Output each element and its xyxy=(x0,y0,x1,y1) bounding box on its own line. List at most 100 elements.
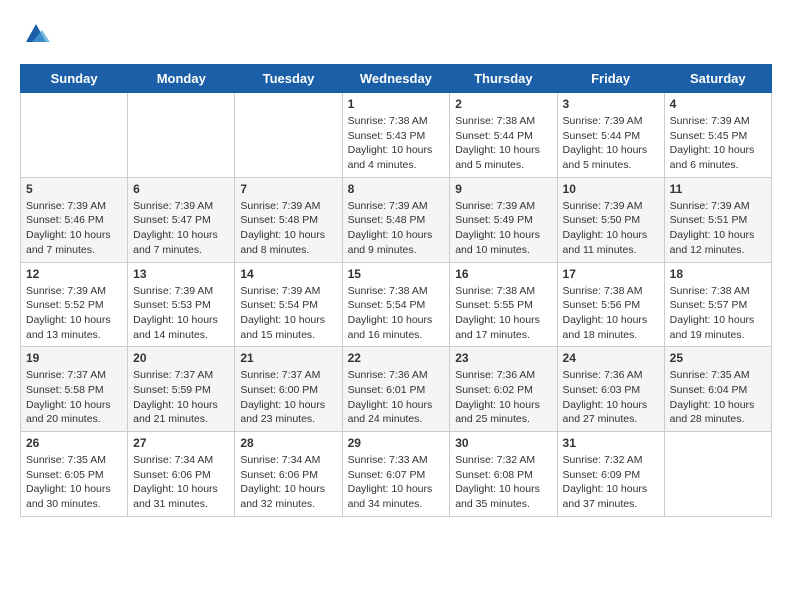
day-details: Sunrise: 7:38 AMSunset: 5:43 PMDaylight:… xyxy=(348,114,445,173)
day-details: Sunrise: 7:32 AMSunset: 6:09 PMDaylight:… xyxy=(563,453,659,512)
calendar-cell: 13 Sunrise: 7:39 AMSunset: 5:53 PMDayligh… xyxy=(128,262,235,347)
calendar-cell: 29Sunrise: 7:33 AMSunset: 6:07 PMDayligh… xyxy=(342,432,450,517)
page-header xyxy=(20,20,772,48)
column-header-friday: Friday xyxy=(557,65,664,93)
day-number: 5 xyxy=(26,182,122,196)
calendar-cell: 11 Sunrise: 7:39 AMSunset: 5:51 PMDayligh… xyxy=(664,177,771,262)
day-number: 15 xyxy=(348,267,445,281)
day-details: Sunrise: 7:35 AMSunset: 6:04 PMDaylight:… xyxy=(670,368,766,427)
day-number: 23 xyxy=(455,351,551,365)
calendar-cell xyxy=(21,93,128,178)
day-number: 11 xyxy=(670,182,766,196)
day-number: 2 xyxy=(455,97,551,111)
column-header-thursday: Thursday xyxy=(450,65,557,93)
day-number: 3 xyxy=(563,97,659,111)
day-details: Sunrise: 7:39 AMSunset: 5:50 PMDaylight:… xyxy=(563,199,659,258)
calendar-week-row: 1 Sunrise: 7:38 AMSunset: 5:43 PMDaylight… xyxy=(21,93,772,178)
day-number: 25 xyxy=(670,351,766,365)
calendar-week-row: 12Sunrise: 7:39 AMSunset: 5:52 PMDayligh… xyxy=(21,262,772,347)
day-number: 28 xyxy=(240,436,336,450)
day-number: 31 xyxy=(563,436,659,450)
day-number: 18 xyxy=(670,267,766,281)
day-number: 16 xyxy=(455,267,551,281)
day-details: Sunrise: 7:39 AMSunset: 5:51 PMDaylight:… xyxy=(670,199,766,258)
day-number: 7 xyxy=(240,182,336,196)
calendar-cell: 25 Sunrise: 7:35 AMSunset: 6:04 PMDayligh… xyxy=(664,347,771,432)
day-details: Sunrise: 7:37 AMSunset: 5:58 PMDaylight:… xyxy=(26,368,122,427)
calendar-cell: 2 Sunrise: 7:38 AMSunset: 5:44 PMDaylight… xyxy=(450,93,557,178)
calendar-cell: 18 Sunrise: 7:38 AMSunset: 5:57 PMDayligh… xyxy=(664,262,771,347)
day-number: 14 xyxy=(240,267,336,281)
calendar-cell: 3 Sunrise: 7:39 AMSunset: 5:44 PMDaylight… xyxy=(557,93,664,178)
calendar-cell: 1 Sunrise: 7:38 AMSunset: 5:43 PMDaylight… xyxy=(342,93,450,178)
calendar-cell: 20 Sunrise: 7:37 AMSunset: 5:59 PMDayligh… xyxy=(128,347,235,432)
column-header-saturday: Saturday xyxy=(664,65,771,93)
day-number: 12 xyxy=(26,267,122,281)
calendar-cell: 10 Sunrise: 7:39 AMSunset: 5:50 PMDayligh… xyxy=(557,177,664,262)
calendar-cell: 4 Sunrise: 7:39 AMSunset: 5:45 PMDaylight… xyxy=(664,93,771,178)
day-number: 30 xyxy=(455,436,551,450)
day-number: 13 xyxy=(133,267,229,281)
day-number: 9 xyxy=(455,182,551,196)
day-number: 21 xyxy=(240,351,336,365)
calendar-cell: 24 Sunrise: 7:36 AMSunset: 6:03 PMDayligh… xyxy=(557,347,664,432)
calendar-cell: 31 Sunrise: 7:32 AMSunset: 6:09 PMDayligh… xyxy=(557,432,664,517)
day-details: Sunrise: 7:39 AMSunset: 5:45 PMDaylight:… xyxy=(670,114,766,173)
day-details: Sunrise: 7:32 AMSunset: 6:08 PMDaylight:… xyxy=(455,453,551,512)
day-details: Sunrise: 7:39 AMSunset: 5:46 PMDaylight:… xyxy=(26,199,122,258)
calendar-cell xyxy=(128,93,235,178)
calendar-cell: 30 Sunrise: 7:32 AMSunset: 6:08 PMDayligh… xyxy=(450,432,557,517)
day-details: Sunrise: 7:34 AMSunset: 6:06 PMDaylight:… xyxy=(240,453,336,512)
calendar-cell xyxy=(664,432,771,517)
day-details: Sunrise: 7:39 AMSunset: 5:48 PMDaylight:… xyxy=(348,199,445,258)
calendar-week-row: 19 Sunrise: 7:37 AMSunset: 5:58 PMDayligh… xyxy=(21,347,772,432)
calendar-week-row: 5 Sunrise: 7:39 AMSunset: 5:46 PMDaylight… xyxy=(21,177,772,262)
calendar-cell: 26Sunrise: 7:35 AMSunset: 6:05 PMDayligh… xyxy=(21,432,128,517)
day-number: 26 xyxy=(26,436,122,450)
day-details: Sunrise: 7:39 AMSunset: 5:44 PMDaylight:… xyxy=(563,114,659,173)
day-details: Sunrise: 7:38 AMSunset: 5:57 PMDaylight:… xyxy=(670,284,766,343)
day-details: Sunrise: 7:39 AMSunset: 5:53 PMDaylight:… xyxy=(133,284,229,343)
day-details: Sunrise: 7:34 AMSunset: 6:06 PMDaylight:… xyxy=(133,453,229,512)
calendar-week-row: 26Sunrise: 7:35 AMSunset: 6:05 PMDayligh… xyxy=(21,432,772,517)
calendar-cell: 12Sunrise: 7:39 AMSunset: 5:52 PMDayligh… xyxy=(21,262,128,347)
day-number: 19 xyxy=(26,351,122,365)
day-details: Sunrise: 7:38 AMSunset: 5:56 PMDaylight:… xyxy=(563,284,659,343)
calendar-cell: 27 Sunrise: 7:34 AMSunset: 6:06 PMDayligh… xyxy=(128,432,235,517)
day-number: 22 xyxy=(348,351,445,365)
calendar-cell: 17 Sunrise: 7:38 AMSunset: 5:56 PMDayligh… xyxy=(557,262,664,347)
day-details: Sunrise: 7:36 AMSunset: 6:03 PMDaylight:… xyxy=(563,368,659,427)
calendar-header-row: SundayMondayTuesdayWednesdayThursdayFrid… xyxy=(21,65,772,93)
calendar-cell: 19 Sunrise: 7:37 AMSunset: 5:58 PMDayligh… xyxy=(21,347,128,432)
day-number: 24 xyxy=(563,351,659,365)
day-number: 4 xyxy=(670,97,766,111)
calendar-table: SundayMondayTuesdayWednesdayThursdayFrid… xyxy=(20,64,772,517)
logo xyxy=(20,20,50,48)
day-details: Sunrise: 7:38 AMSunset: 5:44 PMDaylight:… xyxy=(455,114,551,173)
day-details: Sunrise: 7:37 AMSunset: 6:00 PMDaylight:… xyxy=(240,368,336,427)
day-number: 17 xyxy=(563,267,659,281)
logo-icon xyxy=(22,20,50,48)
column-header-monday: Monday xyxy=(128,65,235,93)
day-number: 10 xyxy=(563,182,659,196)
calendar-cell: 7 Sunrise: 7:39 AMSunset: 5:48 PMDaylight… xyxy=(235,177,342,262)
day-number: 8 xyxy=(348,182,445,196)
day-details: Sunrise: 7:33 AMSunset: 6:07 PMDaylight:… xyxy=(348,453,445,512)
day-number: 1 xyxy=(348,97,445,111)
day-number: 20 xyxy=(133,351,229,365)
day-details: Sunrise: 7:38 AMSunset: 5:54 PMDaylight:… xyxy=(348,284,445,343)
day-details: Sunrise: 7:39 AMSunset: 5:49 PMDaylight:… xyxy=(455,199,551,258)
column-header-tuesday: Tuesday xyxy=(235,65,342,93)
column-header-sunday: Sunday xyxy=(21,65,128,93)
day-details: Sunrise: 7:37 AMSunset: 5:59 PMDaylight:… xyxy=(133,368,229,427)
calendar-cell: 8 Sunrise: 7:39 AMSunset: 5:48 PMDaylight… xyxy=(342,177,450,262)
calendar-cell: 16 Sunrise: 7:38 AMSunset: 5:55 PMDayligh… xyxy=(450,262,557,347)
calendar-cell: 9 Sunrise: 7:39 AMSunset: 5:49 PMDaylight… xyxy=(450,177,557,262)
calendar-cell: 21 Sunrise: 7:37 AMSunset: 6:00 PMDayligh… xyxy=(235,347,342,432)
day-details: Sunrise: 7:39 AMSunset: 5:48 PMDaylight:… xyxy=(240,199,336,258)
day-details: Sunrise: 7:38 AMSunset: 5:55 PMDaylight:… xyxy=(455,284,551,343)
day-number: 27 xyxy=(133,436,229,450)
day-details: Sunrise: 7:36 AMSunset: 6:02 PMDaylight:… xyxy=(455,368,551,427)
calendar-cell xyxy=(235,93,342,178)
day-details: Sunrise: 7:36 AMSunset: 6:01 PMDaylight:… xyxy=(348,368,445,427)
